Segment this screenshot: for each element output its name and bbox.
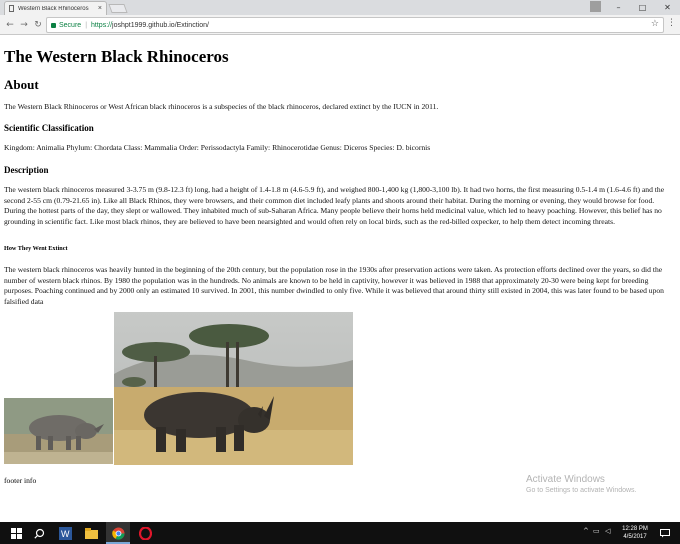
about-paragraph: The Western Black Rhinoceros or West Afr… bbox=[4, 102, 439, 111]
address-separator: | bbox=[85, 21, 88, 29]
taskbar-clock[interactable]: 12:28 PM 4/5/2017 bbox=[616, 525, 654, 541]
classification-heading: Scientific Classification bbox=[4, 123, 94, 133]
tray-expand-icon[interactable]: ^ bbox=[583, 527, 589, 535]
word-icon[interactable]: W bbox=[57, 525, 73, 541]
page-title: The Western Black Rhinoceros bbox=[4, 47, 229, 66]
description-heading: Description bbox=[4, 165, 49, 175]
search-icon[interactable] bbox=[31, 525, 47, 541]
start-button[interactable] bbox=[8, 525, 24, 541]
lock-icon bbox=[51, 22, 56, 28]
extinction-heading: How They Went Extinct bbox=[4, 245, 68, 252]
back-arrow-icon[interactable]: ← bbox=[4, 18, 16, 31]
clock-date: 4/5/2017 bbox=[623, 534, 647, 540]
url-protocol: https:// bbox=[91, 21, 113, 29]
notifications-icon[interactable] bbox=[657, 525, 673, 541]
bookmark-star-icon[interactable]: ☆ bbox=[651, 19, 659, 29]
tab-title: Western Black Rhinoceros bbox=[18, 5, 89, 12]
forward-arrow-icon[interactable]: → bbox=[18, 18, 30, 31]
browser-title-bar: Western Black Rhinoceros × – □ ✕ bbox=[0, 0, 680, 15]
secure-label: Secure bbox=[59, 21, 82, 29]
network-icon[interactable]: ▭ bbox=[593, 527, 600, 535]
classification-paragraph: Kingdom: Animalia Phylum: Chordata Class… bbox=[4, 143, 431, 152]
maximize-button[interactable]: □ bbox=[630, 0, 655, 15]
footer-text: footer info bbox=[4, 476, 37, 485]
close-window-button[interactable]: ✕ bbox=[655, 0, 680, 15]
activate-windows-watermark: Activate Windows Go to Settings to activ… bbox=[526, 474, 637, 494]
profile-icon[interactable] bbox=[590, 1, 601, 12]
watermark-subtitle: Go to Settings to activate Windows. bbox=[526, 487, 637, 494]
rhino-photo-large bbox=[114, 312, 353, 465]
chrome-icon[interactable] bbox=[110, 525, 126, 541]
web-page: The Western Black Rhinoceros About The W… bbox=[0, 36, 680, 522]
address-bar[interactable]: Secure | https:// joshpt1999.github.io/E… bbox=[46, 17, 664, 33]
reload-icon[interactable]: ↻ bbox=[32, 18, 44, 31]
minimize-button[interactable]: – bbox=[606, 0, 631, 15]
volume-icon[interactable]: ◁ bbox=[605, 527, 610, 535]
tab-close-icon[interactable]: × bbox=[98, 5, 102, 12]
windows-taskbar: W ^ ▭ ◁ 12:28 PM 4/5/2017 bbox=[0, 522, 680, 544]
svg-text:W: W bbox=[61, 529, 70, 539]
opera-icon[interactable] bbox=[137, 525, 153, 541]
watermark-title: Activate Windows bbox=[526, 474, 605, 485]
extinction-paragraph: The western black rhinoceros was heavily… bbox=[4, 265, 664, 306]
about-heading: About bbox=[4, 77, 39, 92]
document-icon bbox=[9, 5, 14, 12]
file-explorer-icon[interactable] bbox=[83, 525, 99, 541]
clock-time: 12:28 PM bbox=[622, 526, 648, 532]
browser-tab[interactable]: Western Black Rhinoceros × bbox=[4, 1, 107, 15]
browser-toolbar: ← → ↻ Secure | https:// joshpt1999.githu… bbox=[0, 15, 680, 35]
browser-menu-icon[interactable]: ⋮ bbox=[667, 18, 676, 28]
url-path: joshpt1999.github.io/Extinction/ bbox=[112, 21, 209, 29]
description-paragraph: The western black rhinoceros measured 3-… bbox=[4, 185, 665, 226]
rhino-photo-small bbox=[4, 398, 113, 464]
new-tab-button[interactable] bbox=[108, 4, 128, 13]
